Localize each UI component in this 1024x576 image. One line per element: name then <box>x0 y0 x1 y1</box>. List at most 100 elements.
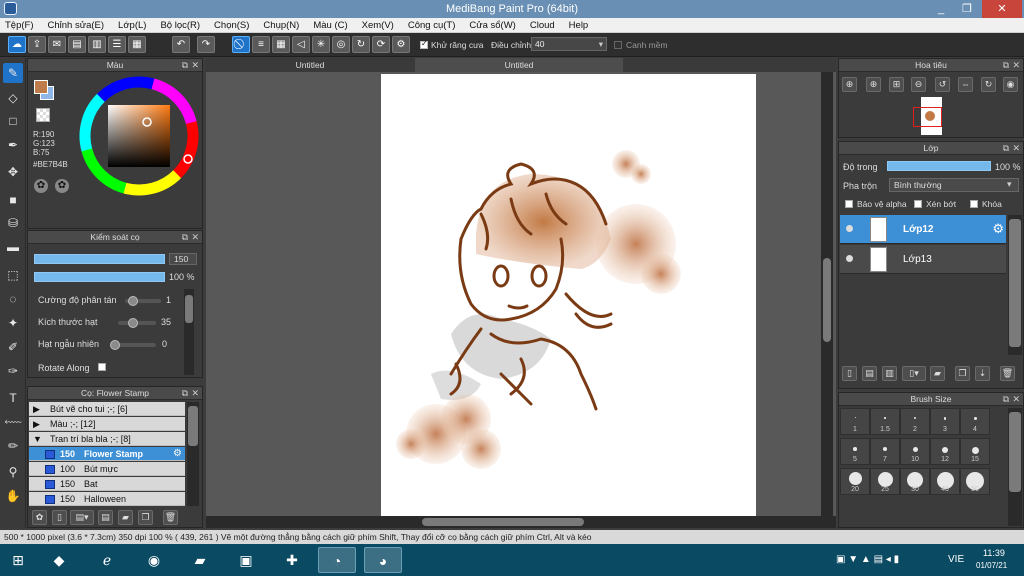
brush-opacity-bar[interactable] <box>34 272 165 282</box>
new-brush-icon[interactable]: ▯ <box>52 510 67 525</box>
operation-tool-icon[interactable]: ⬳ <box>3 412 23 432</box>
clock-time[interactable]: 11:39 <box>983 548 1005 558</box>
reset-view-icon[interactable]: ◉ <box>1003 77 1018 92</box>
brush-size-bar[interactable] <box>34 254 165 264</box>
scatter-slider-knob[interactable] <box>127 296 138 306</box>
close-panel-icon[interactable]: ✕ <box>1012 142 1020 155</box>
undo-icon[interactable]: ↶ <box>172 36 190 53</box>
expand-arrow-icon[interactable]: ▶ <box>33 417 40 431</box>
menu-tools[interactable]: Công cụ(T) <box>408 20 456 31</box>
menu-file[interactable]: Tệp(F) <box>5 20 34 31</box>
file-explorer-icon[interactable]: ▰ <box>181 547 219 573</box>
tray-icons[interactable]: ▣ ▼ ▲ ▤ ◂ ▮ <box>836 554 899 565</box>
navigator-thumbnail[interactable] <box>913 97 942 135</box>
close-panel-icon[interactable]: ✕ <box>191 231 199 244</box>
bucket-tool-icon[interactable]: ⛁ <box>3 213 23 233</box>
powerpoint-icon[interactable]: ▣ <box>227 547 265 573</box>
menu-layer[interactable]: Lớp(L) <box>118 20 146 31</box>
close-panel-icon[interactable]: ✕ <box>191 59 199 72</box>
brush-item[interactable]: 150 Halloween <box>29 492 185 506</box>
palette-add-icon[interactable]: ✿ <box>55 179 69 193</box>
transparent-swatch[interactable] <box>36 108 50 122</box>
drawing-canvas[interactable] <box>381 74 756 516</box>
bluestacks-icon[interactable]: ◆ <box>40 547 78 573</box>
brush-size-cell[interactable]: 12 <box>930 438 960 465</box>
zoom-in-alt-icon[interactable]: ⊕ <box>866 77 881 92</box>
select-tool-icon[interactable]: ⬚ <box>3 265 23 285</box>
brush-size-cell[interactable]: 5 <box>840 438 870 465</box>
menu-filter[interactable]: Bộ lọc(R) <box>160 20 200 31</box>
close-panel-icon[interactable]: ✕ <box>191 387 199 400</box>
brush-size-cell[interactable]: 20 <box>840 468 870 495</box>
circle-snap-icon[interactable]: ◎ <box>332 36 350 53</box>
grid-icon[interactable]: ▦ <box>128 36 146 53</box>
brush-item[interactable]: 100 Bút mực <box>29 462 185 476</box>
brush-menu-icon[interactable]: ▤▾ <box>70 510 94 525</box>
delete-layer-icon[interactable]: 🗑 <box>1000 366 1015 381</box>
brush-size-scrollbar[interactable] <box>1008 408 1022 526</box>
particle-size-slider-knob[interactable] <box>127 318 138 328</box>
brush-item[interactable]: 150 Bat <box>29 477 185 491</box>
redo-icon[interactable]: ↷ <box>197 36 215 53</box>
layer-row-selected[interactable]: Lớp12 ⚙ <box>840 215 1006 244</box>
new-halftone-layer-icon[interactable]: ▤ <box>862 366 877 381</box>
brush-control-scrollbar[interactable] <box>184 289 194 375</box>
zoom-in-icon[interactable]: ⊕ <box>842 77 857 92</box>
rotate-snap-icon[interactable]: ⟳ <box>372 36 390 53</box>
popout-icon[interactable]: ⧉ <box>182 387 188 400</box>
color-wheel[interactable] <box>76 73 202 199</box>
pen-tool-icon[interactable]: ✒ <box>3 135 23 155</box>
trash-icon[interactable]: 🗑 <box>163 510 178 525</box>
popout-icon[interactable]: ⧉ <box>182 59 188 72</box>
settings-snap-icon[interactable]: ⚙ <box>392 36 410 53</box>
layer-list-scrollbar[interactable] <box>1008 215 1022 355</box>
layer-visible-icon[interactable] <box>846 255 853 262</box>
brush-size-cell[interactable]: 50 <box>960 468 990 495</box>
tab-untitled-1[interactable]: Untitled <box>206 58 414 72</box>
correction-select[interactable]: 40 <box>531 37 607 51</box>
cross-snap-icon[interactable]: ▦ <box>272 36 290 53</box>
brush-group-row[interactable]: ▶ Màu ;-; [12] <box>29 417 185 431</box>
select-pen-icon[interactable]: ✐ <box>3 337 23 357</box>
upload-icon[interactable]: ⇪ <box>28 36 46 53</box>
fit-icon[interactable]: ⊞ <box>889 77 904 92</box>
duplicate-layer-icon[interactable]: ❐ <box>955 366 970 381</box>
gear-icon[interactable]: ⚙ <box>992 221 1004 237</box>
radial-snap-icon[interactable]: ✳ <box>312 36 330 53</box>
protect-alpha-checkbox[interactable] <box>845 200 853 208</box>
menu-view[interactable]: Xem(V) <box>362 20 394 31</box>
divide-tool-icon[interactable]: ✏ <box>3 436 23 456</box>
magic-wand-icon[interactable]: ✦ <box>3 313 23 333</box>
copy-icon[interactable]: ❐ <box>138 510 153 525</box>
brush-size-cell[interactable]: 30 <box>900 468 930 495</box>
speech-bubble-icon[interactable]: ▤ <box>68 36 86 53</box>
fill-rect-tool-icon[interactable]: ■ <box>3 190 23 210</box>
brush-group-row[interactable]: ▶ Bút vẽ cho tui ;-; [6] <box>29 402 185 416</box>
random-particle-slider-knob[interactable] <box>110 340 120 350</box>
chrome-icon[interactable]: ◉ <box>135 547 173 573</box>
brush-list-scrollbar[interactable] <box>187 402 199 506</box>
rotate-along-checkbox[interactable] <box>98 363 106 371</box>
antialias-checkbox[interactable] <box>420 39 428 49</box>
popout-icon[interactable]: ⧉ <box>1003 59 1009 72</box>
cloud-icon[interactable]: ☁ <box>8 36 26 53</box>
brush-item-flower-stamp[interactable]: 150 Flower Stamp ⚙ <box>29 447 185 461</box>
list-icon[interactable]: ☰ <box>108 36 126 53</box>
popout-icon[interactable]: ⧉ <box>182 231 188 244</box>
menu-help[interactable]: Help <box>569 20 589 31</box>
curve-snap-icon[interactable]: ↻ <box>352 36 370 53</box>
canvas-horizontal-scrollbar[interactable] <box>206 516 836 528</box>
green-app-icon[interactable]: ◔ <box>318 547 356 573</box>
hand-tool-icon[interactable]: ✋ <box>3 486 23 506</box>
gear-icon[interactable]: ⚙ <box>173 447 182 461</box>
move-tool-icon[interactable]: ✥ <box>3 162 23 182</box>
comment-icon[interactable]: ✉ <box>48 36 66 53</box>
select-eraser-icon[interactable]: ✑ <box>3 361 23 381</box>
internet-explorer-icon[interactable]: ℯ <box>88 547 126 573</box>
brush-size-cell[interactable]: 15 <box>960 438 990 465</box>
menu-cloud[interactable]: Cloud <box>530 20 555 31</box>
brush-group-row[interactable]: ▼ Tran trí bla bla ;-; [8] <box>29 432 185 446</box>
layer-folder-icon[interactable]: ▰ <box>930 366 945 381</box>
primary-color-swatch[interactable] <box>34 80 48 94</box>
clock-date[interactable]: 01/07/21 <box>976 561 1007 570</box>
